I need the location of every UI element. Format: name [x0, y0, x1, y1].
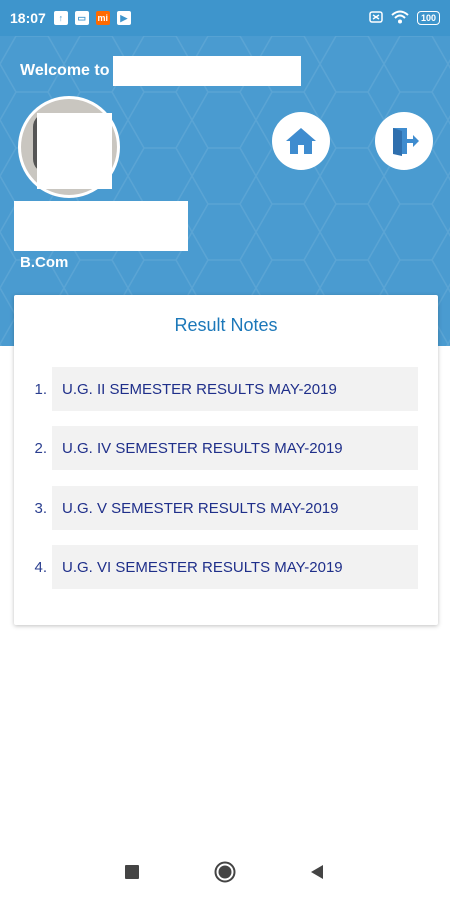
list-item-number: 1. [34, 380, 47, 398]
redacted-avatar-region [37, 113, 112, 189]
system-navigation-bar [0, 840, 450, 900]
result-link[interactable]: U.G. V SEMESTER RESULTS MAY-2019 [52, 486, 418, 530]
result-notes-title: Result Notes [174, 315, 278, 335]
status-time: 18:07 [10, 10, 46, 26]
redacted-institution-name [112, 56, 301, 86]
circle-icon [214, 861, 236, 883]
result-notes-card: Result Notes 1. U.G. II SEMESTER RESULTS… [14, 295, 438, 625]
list-item-number: 3. [34, 499, 47, 517]
redacted-student-name [14, 201, 188, 251]
home-icon [286, 128, 316, 154]
logout-button[interactable] [375, 112, 433, 170]
logout-icon [393, 128, 419, 156]
screen-icon: ▭ [74, 11, 89, 25]
course-label: B.Com [20, 254, 69, 271]
welcome-text: Welcome to [20, 62, 110, 79]
list-item: 3. U.G. V SEMESTER RESULTS MAY-2019 [14, 486, 438, 530]
recents-button[interactable] [120, 860, 144, 884]
triangle-back-icon [311, 865, 323, 879]
welcome-line: Welcome to [20, 56, 301, 86]
result-link[interactable]: U.G. II SEMESTER RESULTS MAY-2019 [52, 367, 418, 411]
square-icon [125, 865, 139, 879]
list-item: 1. U.G. II SEMESTER RESULTS MAY-2019 [14, 367, 438, 411]
status-bar: 18:07 ↑ ▭ mi ▶ 100 [0, 0, 450, 36]
list-item-number: 2. [34, 439, 47, 457]
battery-indicator: 100 [416, 11, 440, 25]
result-link[interactable]: U.G. VI SEMESTER RESULTS MAY-2019 [52, 545, 418, 589]
no-sim-icon [369, 10, 383, 26]
system-home-button[interactable] [213, 860, 237, 884]
mi-icon: mi [95, 11, 110, 25]
back-button[interactable] [305, 860, 329, 884]
home-button[interactable] [272, 112, 330, 170]
list-item: 2. U.G. IV SEMESTER RESULTS MAY-2019 [14, 426, 438, 470]
youtube-icon: ▶ [116, 11, 131, 25]
list-item-number: 4. [34, 558, 47, 576]
upload-icon: ↑ [53, 11, 68, 25]
status-right: 100 [369, 10, 440, 27]
list-item: 4. U.G. VI SEMESTER RESULTS MAY-2019 [14, 545, 438, 589]
result-link[interactable]: U.G. IV SEMESTER RESULTS MAY-2019 [52, 426, 418, 470]
wifi-icon [391, 10, 409, 27]
